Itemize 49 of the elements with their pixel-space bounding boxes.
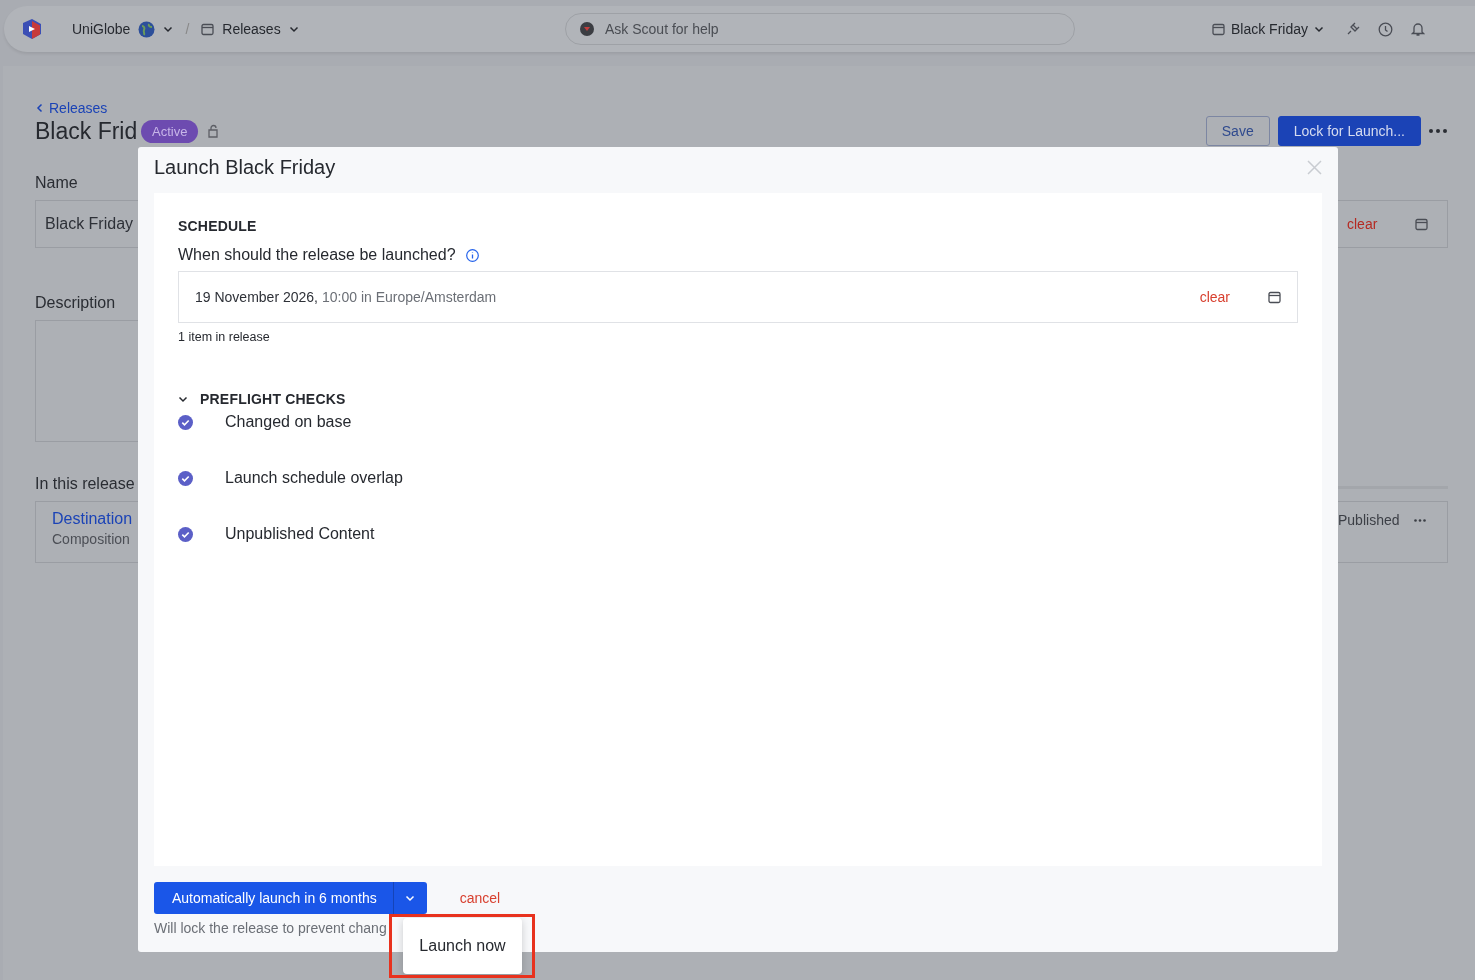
release-title: Black Frid bbox=[35, 117, 139, 145]
check-label: Changed on base bbox=[225, 413, 352, 431]
launch-now-menu-item[interactable]: Launch now bbox=[403, 918, 522, 974]
plug-icon[interactable] bbox=[1346, 21, 1361, 36]
item-type: Composition bbox=[52, 531, 131, 547]
clear-link[interactable]: clear bbox=[1199, 289, 1230, 305]
back-link[interactable]: Releases bbox=[35, 100, 108, 116]
check-label: Launch schedule overlap bbox=[225, 469, 403, 487]
breadcrumb-separator: / bbox=[185, 21, 190, 37]
chevron-left-icon bbox=[35, 103, 45, 113]
name-label: Name bbox=[35, 174, 79, 192]
more-icon[interactable] bbox=[1429, 129, 1447, 133]
item-status: Published bbox=[1338, 512, 1400, 530]
lock-button[interactable]: Lock for Launch... bbox=[1277, 116, 1421, 146]
check-label: Unpublished Content bbox=[225, 525, 375, 543]
schedule-heading: SCHEDULE bbox=[178, 218, 258, 234]
dialog-title: Launch Black Friday bbox=[154, 155, 336, 179]
window-icon[interactable] bbox=[201, 22, 215, 36]
globe-icon bbox=[138, 20, 156, 38]
item-title[interactable]: Destination bbox=[52, 510, 138, 528]
chevron-down-icon bbox=[1314, 24, 1325, 34]
clock-icon[interactable] bbox=[1378, 21, 1394, 37]
calendar-icon[interactable] bbox=[1415, 217, 1429, 231]
window-icon[interactable] bbox=[1212, 22, 1225, 36]
release-picker[interactable]: Black Friday bbox=[1231, 21, 1309, 37]
section-switcher[interactable]: Releases bbox=[222, 21, 281, 37]
chevron-down-icon bbox=[405, 893, 416, 903]
items-label: In this release bbox=[35, 475, 136, 493]
search-placeholder: Ask Scout for help bbox=[605, 21, 719, 37]
status-badge: Active bbox=[141, 119, 199, 143]
chevron-down-icon bbox=[178, 394, 188, 404]
preflight-toggle[interactable]: PREFLIGHT CHECKS bbox=[178, 391, 1298, 407]
chevron-down-icon bbox=[288, 24, 299, 34]
launch-date-field[interactable]: 19 November 2026, 10:00 in Europe/Amsterdam clear bbox=[178, 271, 1298, 323]
back-link-label[interactable]: Releases bbox=[49, 100, 108, 116]
launch-hint: Will lock the release to prevent chang bbox=[154, 920, 388, 936]
more-icon[interactable] bbox=[1413, 519, 1426, 522]
chevron-down-icon bbox=[163, 24, 174, 34]
logo-icon[interactable] bbox=[20, 17, 44, 41]
schedule-question: When should the release be launched? bbox=[178, 246, 456, 264]
bell-icon[interactable] bbox=[1411, 21, 1426, 37]
assistant-icon bbox=[579, 21, 595, 37]
description-label: Description bbox=[35, 294, 117, 312]
info-icon[interactable] bbox=[465, 248, 479, 262]
cancel-link[interactable]: cancel bbox=[459, 890, 501, 906]
lock-icon[interactable] bbox=[206, 124, 221, 138]
calendar-icon[interactable] bbox=[1268, 290, 1281, 304]
workspace-switcher[interactable]: UniGlobe bbox=[72, 21, 131, 37]
item-count: 1 item in release bbox=[178, 330, 271, 344]
